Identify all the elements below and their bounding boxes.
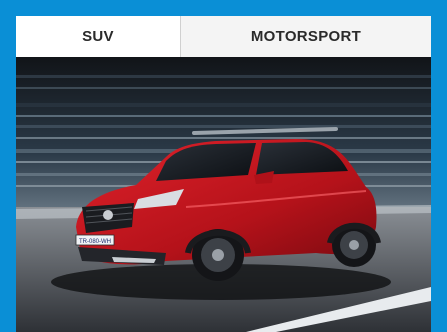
- tab-motorsport[interactable]: MOTORSPORT: [181, 16, 431, 57]
- category-tabs: SUV MOTORSPORT: [16, 16, 431, 57]
- hero-image[interactable]: TR-080-WH: [16, 57, 431, 332]
- license-plate: TR-080-WH: [79, 239, 111, 245]
- tab-suv[interactable]: SUV: [16, 16, 181, 57]
- car-photo: TR-080-WH: [16, 57, 431, 332]
